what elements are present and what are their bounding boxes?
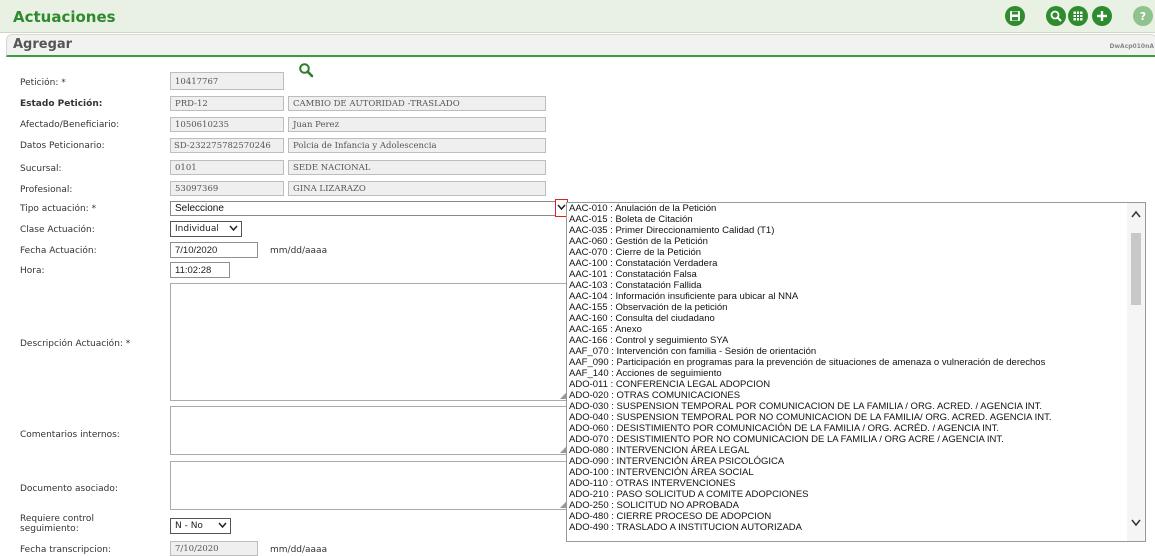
- help-icon[interactable]: ?: [1133, 6, 1153, 26]
- requiere-value: N - No: [175, 521, 203, 531]
- sucursal-label: Sucursal:: [20, 164, 62, 174]
- requiere-label: Requiere control seguimiento:: [20, 514, 94, 534]
- profesional-code: 53097369: [170, 181, 284, 196]
- estado-label: Estado Petición:: [20, 99, 103, 109]
- add-icon[interactable]: [1092, 6, 1112, 26]
- profesional-desc: GINA LIZARAZO: [288, 181, 546, 196]
- dropdown-option[interactable]: AAC-015 : Boleta de Citación: [569, 215, 693, 225]
- grid-icon[interactable]: [1068, 6, 1088, 26]
- form-header: Agregar DwAcp010nA: [6, 34, 1155, 57]
- dropdown-option[interactable]: AAC-160 : Consulta del ciudadano: [569, 314, 715, 324]
- dropdown-option[interactable]: AAC-101 : Constatación Falsa: [569, 270, 697, 280]
- clase-value: Individual: [175, 224, 219, 234]
- dropdown-option[interactable]: AAF_140 : Acciones de seguimiento: [569, 369, 722, 379]
- scroll-down-icon[interactable]: [1131, 517, 1141, 530]
- documento-textarea[interactable]: ◢: [170, 461, 568, 510]
- dropdown-option[interactable]: AAC-166 : Control y seguimiento SYA: [569, 336, 728, 346]
- estado-code: PRD-12: [170, 96, 284, 111]
- form-title: Agregar: [13, 37, 73, 52]
- requiere-label-line1: Requiere control: [20, 514, 94, 524]
- dropdown-option[interactable]: AAF_090 : Participación en programas par…: [569, 358, 1045, 368]
- dropdown-option[interactable]: AAC-155 : Observación de la petición: [569, 303, 727, 313]
- chevron-down-icon: [557, 203, 566, 213]
- clase-select[interactable]: Individual: [170, 221, 242, 237]
- chevron-down-icon: [229, 222, 238, 237]
- hora-input[interactable]: 11:02:28: [170, 262, 230, 278]
- descripcion-textarea[interactable]: ◢: [170, 283, 568, 401]
- clase-label: Clase Actuación:: [20, 225, 95, 235]
- app-title: Actuaciones: [13, 8, 116, 26]
- chevron-down-icon: [218, 519, 227, 534]
- tipo-select[interactable]: Seleccione: [170, 201, 568, 216]
- dropdown-option[interactable]: AAC-035 : Primer Direccionamiento Calida…: [569, 226, 774, 236]
- dropdown-option[interactable]: AAC-100 : Constatación Verdadera: [569, 259, 717, 269]
- hora-label: Hora:: [20, 266, 45, 276]
- estado-desc: CAMBIO DE AUTORIDAD -TRASLADO: [288, 96, 546, 111]
- peticion-search-icon[interactable]: [298, 62, 314, 81]
- requiere-select[interactable]: N - No: [170, 518, 231, 534]
- dropdown-option[interactable]: AAC-104 : Información insuficiente para …: [569, 292, 798, 302]
- dropdown-option[interactable]: ADO-480 : CIERRE PROCESO DE ADOPCION: [569, 512, 771, 522]
- afectado-desc: Juan Perez: [288, 117, 546, 132]
- dropdown-option[interactable]: AAC-103 : Constatación Fallida: [569, 281, 702, 291]
- dropdown-option[interactable]: ADO-090 : INTERVENCIÓN ÁREA PSICOLÓGICA: [569, 457, 784, 467]
- dropdown-option[interactable]: ADO-040 : SUSPENSION TEMPORAL POR NO COM…: [569, 413, 1052, 423]
- save-icon[interactable]: [1005, 6, 1025, 26]
- peticionario-label: Datos Peticionario:: [20, 141, 105, 151]
- afectado-code: 1050610235: [170, 117, 284, 132]
- dropdown-option[interactable]: ADO-070 : DESISTIMIENTO POR NO COMUNICAC…: [569, 435, 1004, 445]
- dropdown-option[interactable]: ADO-490 : TRASLADO A INSTITUCION AUTORIZ…: [569, 523, 802, 533]
- search-icon[interactable]: [1046, 6, 1066, 26]
- svg-text:?: ?: [1140, 10, 1146, 23]
- peticion-field[interactable]: 10417767: [170, 72, 284, 90]
- tipo-label: Tipo actuación: *: [20, 204, 97, 214]
- program-code: DwAcp010nA: [1109, 43, 1154, 50]
- descripcion-label: Descripción Actuación: *: [20, 339, 131, 349]
- peticion-label: Petición: *: [20, 78, 66, 88]
- comentarios-textarea[interactable]: ◢: [170, 406, 568, 455]
- dropdown-option[interactable]: ADO-030 : SUSPENSION TEMPORAL POR COMUNI…: [569, 402, 1042, 412]
- fecha-label: Fecha Actuación:: [20, 246, 97, 256]
- dropdown-option[interactable]: ADO-210 : PASO SOLICITUD A COMITE ADOPCI…: [569, 490, 809, 500]
- fecha-hint: mm/dd/aaaa: [270, 246, 328, 256]
- dropdown-option[interactable]: ADO-100 : INTERVENCIÓN ÁREA SOCIAL: [569, 468, 754, 478]
- dropdown-option[interactable]: ADO-110 : OTRAS INTERVENCIONES: [569, 479, 735, 489]
- profesional-label: Profesional:: [20, 185, 73, 195]
- scroll-up-icon[interactable]: [1131, 208, 1141, 221]
- dropdown-option[interactable]: ADO-060 : DESISTIMIENTO POR COMUNICACIÓN…: [569, 424, 999, 434]
- documento-label: Documento asociado:: [20, 484, 118, 494]
- dropdown-option[interactable]: ADO-250 : SOLICITUD NO APROBADA: [569, 501, 739, 511]
- sucursal-code: 0101: [170, 160, 284, 175]
- dropdown-option[interactable]: ADO-011 : CONFERENCIA LEGAL ADOPCION: [569, 380, 770, 390]
- dropdown-option[interactable]: AAF_070 : Intervención con familia - Ses…: [569, 347, 816, 357]
- dropdown-option[interactable]: AAC-060 : Gestión de la Petición: [569, 237, 708, 247]
- comentarios-label: Comentarios internos:: [20, 430, 120, 440]
- afectado-label: Afectado/Beneficiario:: [20, 120, 120, 130]
- dropdown-option[interactable]: AAC-070 : Cierre de la Petición: [569, 248, 701, 258]
- dropdown-scrollbar[interactable]: [1127, 203, 1145, 541]
- dropdown-option[interactable]: ADO-020 : OTRAS COMUNICACIONES: [569, 391, 740, 401]
- tipo-dropdown-list[interactable]: AAC-010 : Anulación de la Petición AAC-01…: [566, 202, 1146, 542]
- dropdown-option[interactable]: AAC-165 : Anexo: [569, 325, 642, 335]
- dropdown-option[interactable]: AAC-010 : Anulación de la Petición: [569, 204, 716, 214]
- sucursal-desc: SEDE NACIONAL: [288, 160, 546, 175]
- dropdown-option[interactable]: ADO-080 : INTERVENCION ÁREA LEGAL: [569, 446, 749, 456]
- scroll-thumb[interactable]: [1131, 233, 1141, 305]
- requiere-label-line2: seguimiento:: [20, 524, 79, 534]
- title-bar: Actuaciones ?: [0, 0, 1155, 33]
- fecha-input[interactable]: 7/10/2020: [170, 242, 258, 258]
- peticionario-code: SD-232275782570246: [170, 138, 284, 153]
- peticionario-desc: Polcia de Infancia y Adolescencia: [288, 138, 546, 153]
